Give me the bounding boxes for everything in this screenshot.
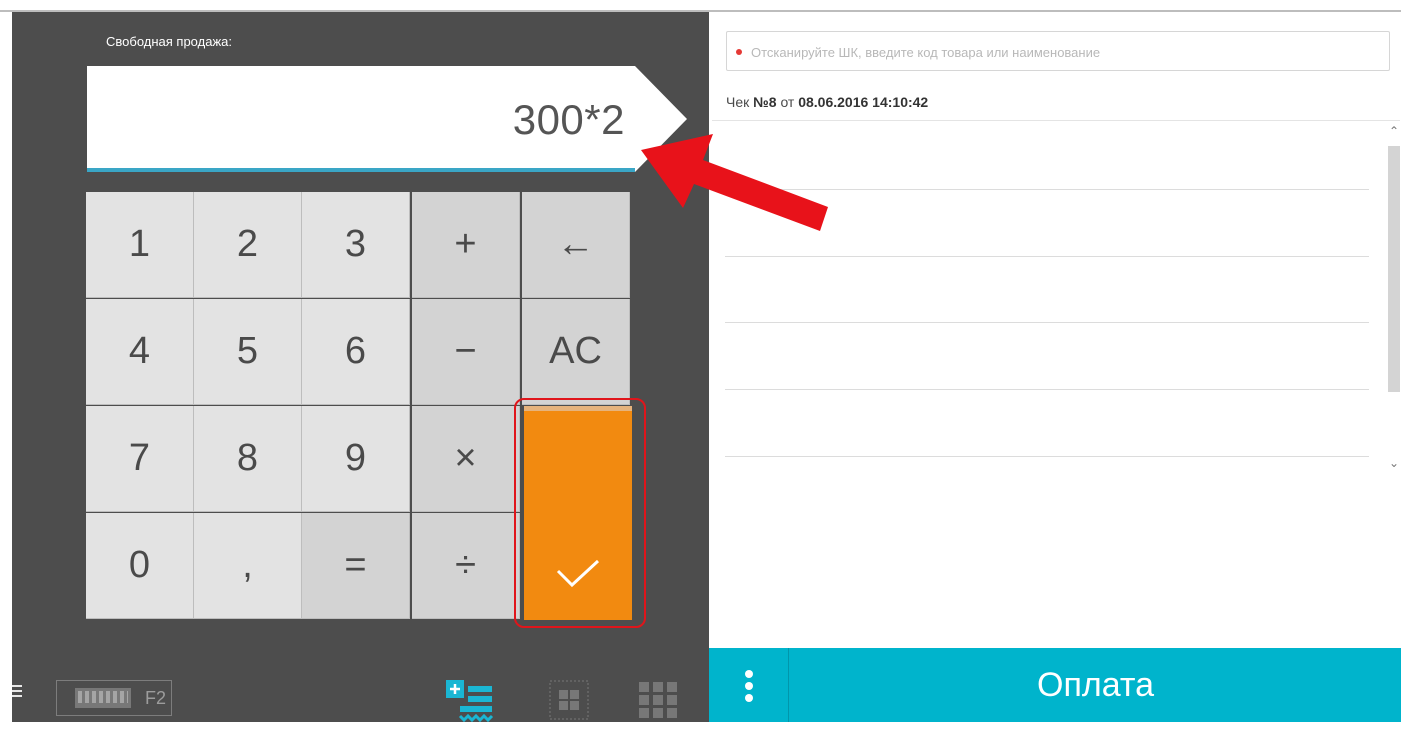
display-underline [87, 168, 635, 172]
key-multiply[interactable]: × [412, 406, 520, 512]
required-dot-icon [736, 49, 742, 55]
receipt-from: от [780, 94, 795, 110]
pay-button[interactable]: Оплата [790, 648, 1401, 722]
scroll-thumb[interactable] [1388, 146, 1400, 392]
list-item [725, 256, 1369, 257]
more-icon[interactable] [709, 648, 789, 722]
scroll-down-icon[interactable]: ⌄ [1387, 454, 1401, 472]
list-item [725, 456, 1369, 457]
calculator-panel: Свободная продажа: 300*2 1 2 3 + ← 4 5 6… [12, 12, 709, 723]
key-9[interactable]: 9 [302, 406, 410, 512]
scroll-up-icon[interactable]: ⌃ [1387, 122, 1401, 140]
key-2[interactable]: 2 [194, 192, 302, 298]
menu-icon[interactable] [12, 682, 28, 702]
key-0[interactable]: 0 [86, 513, 194, 619]
key-divide[interactable]: ÷ [412, 513, 520, 619]
grid-large-icon[interactable] [637, 680, 679, 720]
receipt-divider [712, 120, 1400, 121]
receipt-title: Чек №8 от 08.06.2016 14:10:42 [726, 94, 928, 110]
key-minus[interactable]: − [412, 299, 520, 405]
search-field[interactable] [726, 31, 1390, 71]
receipt-label: Чек [726, 94, 750, 110]
key-plus[interactable]: + [412, 192, 520, 298]
key-5[interactable]: 5 [194, 299, 302, 405]
calculator-toolbar: F2 [12, 660, 709, 734]
key-8[interactable]: 8 [194, 406, 302, 512]
list-item [725, 322, 1369, 323]
receipt-number: №8 [753, 94, 777, 110]
key-1[interactable]: 1 [86, 192, 194, 298]
enter-highlight [514, 398, 646, 628]
calculator-display[interactable]: 300*2 [87, 66, 635, 172]
key-3[interactable]: 3 [302, 192, 410, 298]
search-input[interactable] [749, 40, 1383, 64]
key-clear[interactable]: AC [522, 299, 630, 405]
payment-bar: Оплата [709, 648, 1401, 722]
key-equals[interactable]: = [302, 513, 410, 619]
list-item [725, 189, 1369, 190]
list-item [725, 389, 1369, 390]
key-7[interactable]: 7 [86, 406, 194, 512]
grid-small-icon[interactable] [549, 680, 589, 720]
free-sale-label: Свободная продажа: [106, 34, 232, 49]
key-4[interactable]: 4 [86, 299, 194, 405]
display-pointer [635, 66, 687, 172]
keyboard-shortcut: F2 [145, 687, 167, 708]
key-6[interactable]: 6 [302, 299, 410, 405]
display-value: 300*2 [512, 96, 625, 143]
keyboard-button[interactable]: F2 [56, 680, 172, 716]
keyboard-icon [75, 688, 131, 708]
key-comma[interactable]: , [194, 513, 302, 619]
key-backspace[interactable]: ← [522, 192, 630, 298]
free-sale-icon[interactable] [446, 680, 494, 723]
receipt-datetime: 08.06.2016 14:10:42 [798, 94, 929, 110]
receipt-scrollbar[interactable]: ⌃ ⌄ [1387, 122, 1401, 472]
